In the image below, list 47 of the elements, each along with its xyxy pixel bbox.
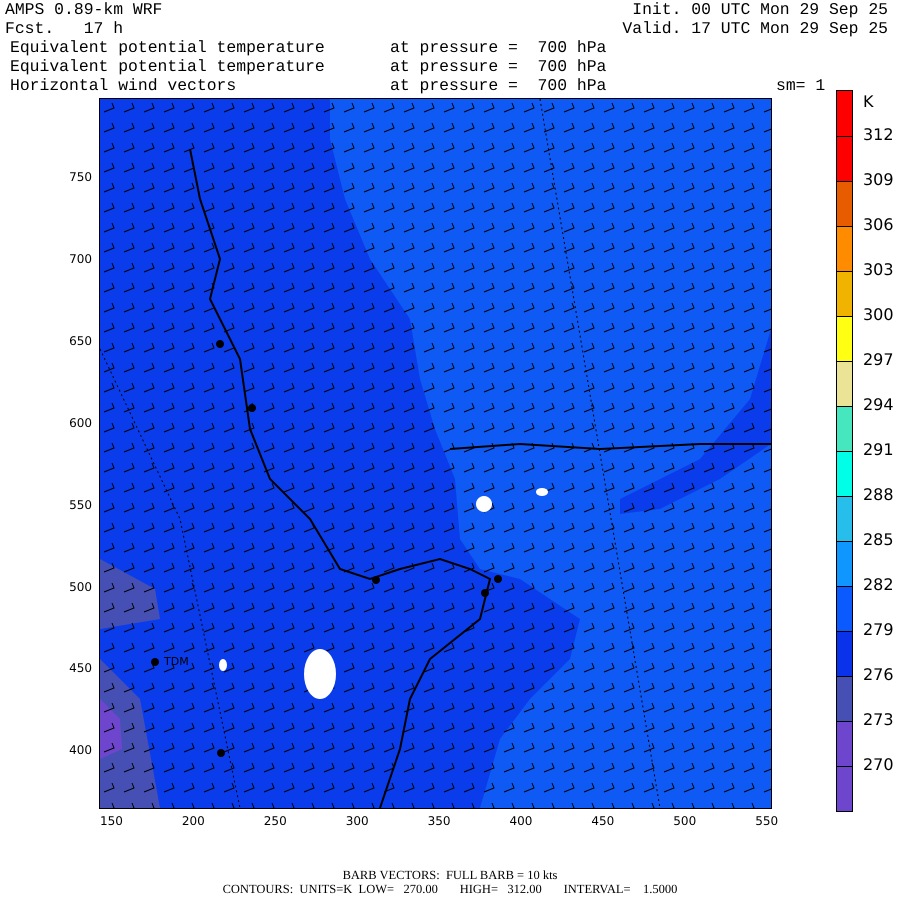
y-tick-label: 550 <box>69 498 92 512</box>
y-tick-label: 750 <box>69 170 92 184</box>
y-tick-label: 500 <box>69 580 92 594</box>
x-tick-label: 300 <box>346 814 369 828</box>
scale-label: 279 <box>863 619 894 641</box>
pressure-level: at pressure = 700 hPa <box>390 57 608 76</box>
station-label: TDM <box>164 655 189 668</box>
scale-label: 270 <box>863 754 894 776</box>
x-tick-label: 450 <box>591 814 614 828</box>
smoothing-label: sm= 1 <box>776 76 826 95</box>
scale-label: 288 <box>863 484 894 506</box>
x-tick-label: 500 <box>673 814 696 828</box>
scale-label: 276 <box>863 664 894 686</box>
field-name: Equivalent potential temperature <box>10 38 326 57</box>
scale-label: 303 <box>863 259 894 281</box>
y-tick-label: 600 <box>69 416 92 430</box>
pressure-level: at pressure = 700 hPa <box>390 76 608 95</box>
x-tick-label: 200 <box>182 814 205 828</box>
y-tick-label: 700 <box>69 252 92 266</box>
unit-label: K <box>863 90 875 112</box>
x-tick-label: 550 <box>755 814 778 828</box>
scale-label: 297 <box>863 349 894 371</box>
pressure-level: at pressure = 700 hPa <box>390 38 608 57</box>
scale-label: 300 <box>863 304 894 326</box>
scale-label: 306 <box>863 214 894 236</box>
barb-note: BARB VECTORS: FULL BARB = 10 kts <box>342 868 558 882</box>
forecast-hour: Fcst. 17 h <box>5 19 124 38</box>
scale-label: 294 <box>863 394 894 416</box>
scale-label: 285 <box>863 529 894 551</box>
y-tick-label: 450 <box>69 661 92 676</box>
scale-label: 282 <box>863 574 894 596</box>
scale-label: 273 <box>863 709 894 731</box>
model-title: AMPS 0.89-km WRF <box>5 0 162 19</box>
init-time: Init. 00 UTC Mon 29 Sep 25 <box>632 0 888 19</box>
field-name: Equivalent potential temperature <box>10 57 326 76</box>
x-tick-label: 250 <box>264 814 287 828</box>
field-name: Horizontal wind vectors <box>10 76 238 95</box>
x-tick-label: 350 <box>428 814 450 828</box>
scale-label: 309 <box>863 169 894 191</box>
y-tick-label: 650 <box>69 334 92 348</box>
scale-label: 312 <box>863 124 894 146</box>
x-tick-label: 150 <box>100 814 123 828</box>
x-tick-label: 400 <box>510 814 532 828</box>
valid-time: Valid. 17 UTC Mon 29 Sep 25 <box>622 19 888 38</box>
scale-label: 291 <box>863 439 894 461</box>
contour-note: CONTOURS: UNITS=K LOW= 270.00 HIGH= 312.00 INTERVAL= 1.5000 <box>222 882 678 896</box>
y-tick-label: 400 <box>69 743 92 758</box>
